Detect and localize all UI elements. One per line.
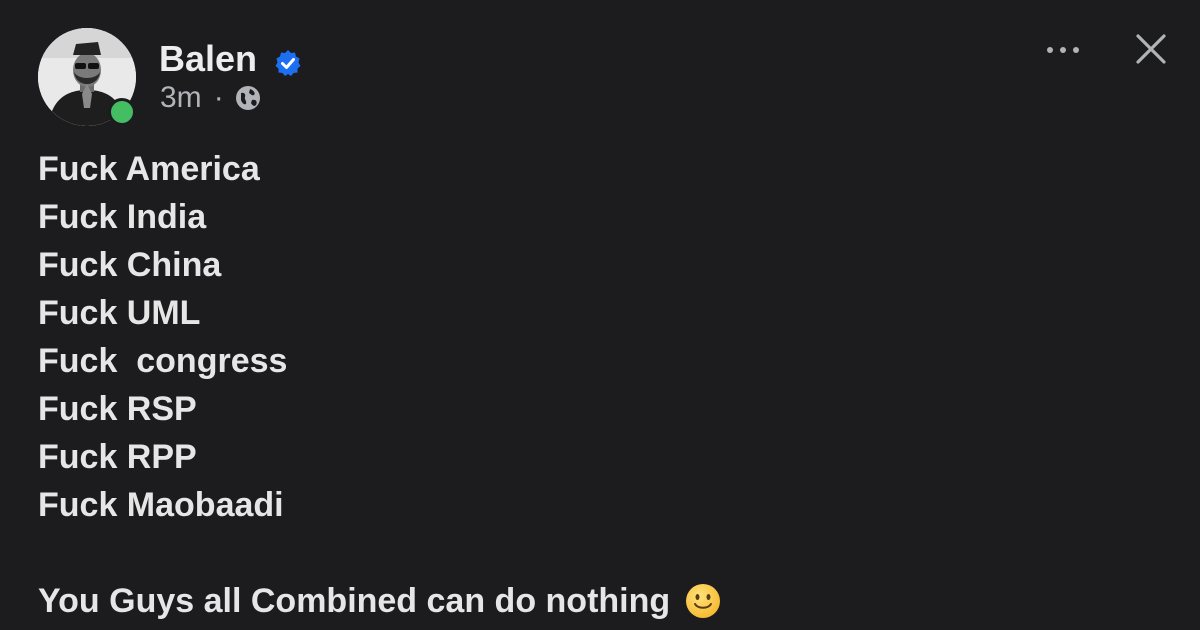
closing-text: You Guys all Combined can do nothing	[38, 582, 671, 620]
author-avatar-container[interactable]	[38, 28, 136, 126]
author-name[interactable]: Balen	[159, 38, 257, 80]
online-status-indicator	[108, 98, 136, 126]
post-text-line: Fuck India	[38, 198, 207, 236]
post-body: Fuck America Fuck India Fuck China Fuck …	[38, 145, 1158, 625]
post-closing-line: You Guys all Combined can do nothing	[38, 577, 1158, 625]
post-text-line: Fuck congress	[38, 342, 288, 380]
close-icon	[1136, 34, 1166, 64]
globe-icon[interactable]	[234, 84, 262, 112]
close-button[interactable]	[1128, 26, 1174, 72]
post-text-line: Fuck America	[38, 150, 260, 188]
more-options-icon	[1047, 47, 1053, 53]
post-text-line: Fuck Maobaadi	[38, 486, 284, 524]
more-options-button[interactable]	[1040, 30, 1086, 70]
meta-separator: ·	[213, 81, 224, 114]
verified-badge-icon	[275, 50, 301, 76]
post-text-line: Fuck RPP	[38, 438, 197, 476]
post-timestamp[interactable]: 3m	[160, 81, 202, 115]
post-meta: 3m ·	[160, 80, 262, 116]
post-card: Balen 3m · Fuck America Fuck India Fuck …	[0, 0, 1200, 630]
post-text-line: Fuck UML	[38, 294, 201, 332]
more-options-icon	[1060, 47, 1066, 53]
post-text-line: Fuck China	[38, 246, 222, 284]
more-options-icon	[1073, 47, 1079, 53]
slightly-smiling-face-icon	[686, 584, 721, 618]
post-text-line: Fuck RSP	[38, 390, 197, 428]
